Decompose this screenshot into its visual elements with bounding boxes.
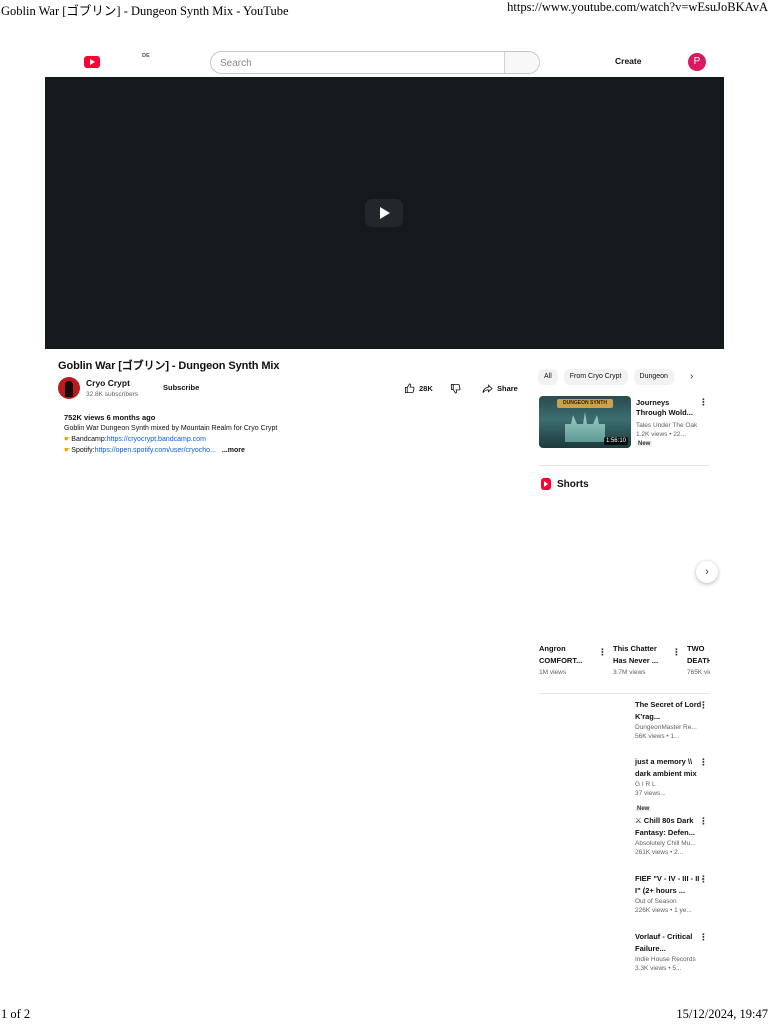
video-duration: 1:56:10 bbox=[603, 437, 628, 445]
video-player[interactable] bbox=[45, 77, 724, 349]
spotify-link[interactable]: https://open.spotify.com/user/cryocho... bbox=[95, 445, 216, 456]
print-page-title: Goblin War [ゴブリン] - Dungeon Synth Mix - … bbox=[1, 4, 289, 18]
video-title: Goblin War [ゴブリン] - Dungeon Synth Mix bbox=[58, 360, 280, 372]
related-video-stats: 1.2K views • 22... bbox=[636, 431, 686, 438]
list-item-stats: 56K views • 1... bbox=[635, 733, 680, 740]
list-item-stats: 37 views... bbox=[635, 790, 666, 797]
related-video-title[interactable]: Journeys Through Wold... bbox=[636, 398, 696, 418]
short-item[interactable]: TWO DEATH 765K views bbox=[687, 643, 710, 683]
list-item-stats: 3.3K views • 5... bbox=[635, 965, 682, 972]
video-thumbnail[interactable]: DUNGEON SYNTH 1:56:10 bbox=[539, 396, 631, 448]
more-options-icon[interactable]: ⋮ bbox=[598, 648, 607, 657]
search-button[interactable] bbox=[504, 52, 539, 73]
chip-all[interactable]: All bbox=[538, 369, 558, 385]
more-options-icon[interactable]: ⋮ bbox=[699, 817, 708, 826]
search-box bbox=[210, 51, 540, 74]
new-badge: New bbox=[636, 441, 653, 447]
play-button[interactable] bbox=[365, 199, 403, 227]
description-box[interactable]: 752K views 6 months ago Goblin War Dunge… bbox=[58, 409, 298, 462]
filter-chips: All From Cryo Crypt Dungeon bbox=[538, 369, 710, 385]
short-item[interactable]: Angron COMFORT... 1M views bbox=[539, 643, 605, 683]
like-count: 28K bbox=[419, 383, 433, 393]
account-avatar[interactable]: P bbox=[688, 53, 706, 71]
list-item-channel[interactable]: Absolutely Chill Mu... bbox=[635, 840, 710, 847]
channel-avatar[interactable] bbox=[58, 377, 80, 399]
short-item[interactable]: This Chatter Has Never ... 3.7M views bbox=[613, 643, 679, 683]
related-video-card[interactable]: DUNGEON SYNTH 1:56:10 Journeys Through W… bbox=[539, 396, 711, 454]
more-options-icon[interactable]: ⋮ bbox=[699, 758, 708, 767]
more-options-icon[interactable]: ⋮ bbox=[699, 933, 708, 942]
list-item-channel[interactable]: Out of Season bbox=[635, 898, 710, 905]
bandcamp-link[interactable]: https://cryocrypt.bandcamp.com bbox=[107, 434, 206, 445]
spotify-line: ☛ Spotify: https://open.spotify.com/user… bbox=[64, 445, 245, 456]
related-video-channel[interactable]: Tales Under The Oak bbox=[636, 422, 697, 429]
chips-next-arrow-icon[interactable]: › bbox=[690, 371, 702, 383]
print-footer: 1 of 2 15/12/2024, 19:47 bbox=[0, 1006, 768, 1024]
shorts-header: Shorts bbox=[541, 477, 589, 491]
description-more-button[interactable]: ...more bbox=[222, 445, 245, 456]
create-button[interactable]: Create bbox=[615, 56, 641, 66]
chip-from-channel[interactable]: From Cryo Crypt bbox=[563, 369, 628, 385]
channel-name[interactable]: Cryo Crypt bbox=[86, 378, 130, 388]
more-options-icon[interactable]: ⋮ bbox=[699, 701, 708, 710]
new-badge: New bbox=[635, 806, 652, 812]
list-item-channel[interactable]: DungeonMaster Re... bbox=[635, 724, 710, 731]
search-input[interactable] bbox=[220, 56, 500, 70]
chip-dungeon[interactable]: Dungeon bbox=[633, 369, 674, 385]
list-item-channel[interactable]: Indie House Records bbox=[635, 956, 710, 963]
dislike-button[interactable] bbox=[450, 382, 461, 394]
more-options-icon[interactable]: ⋮ bbox=[699, 398, 708, 407]
thumbnail-logo-text: DUNGEON SYNTH bbox=[557, 399, 613, 408]
like-button[interactable]: 28K bbox=[404, 382, 433, 394]
divider bbox=[539, 693, 710, 694]
share-label: Share bbox=[497, 383, 518, 393]
shorts-next-arrow-icon[interactable]: › bbox=[696, 561, 718, 583]
print-page-number: 1 of 2 bbox=[1, 1007, 31, 1021]
thumbs-up-icon bbox=[404, 383, 415, 393]
list-item-stats: 226K views • 1 ye... bbox=[635, 907, 692, 914]
masthead: DE Create P bbox=[45, 46, 725, 78]
pointing-hand-icon: ☛ bbox=[64, 436, 71, 443]
subscribe-button[interactable]: Subscribe bbox=[163, 383, 199, 392]
youtube-logo-icon[interactable] bbox=[84, 56, 100, 68]
share-button[interactable]: Share bbox=[482, 382, 518, 394]
country-code: DE bbox=[142, 53, 150, 59]
list-item-stats: 261K views • 2... bbox=[635, 849, 684, 856]
subscriber-count: 32.8K subscribers bbox=[86, 391, 139, 398]
thumbs-down-icon bbox=[450, 383, 461, 393]
print-header: Goblin War [ゴブリン] - Dungeon Synth Mix - … bbox=[0, 0, 768, 18]
pointing-hand-icon: ☛ bbox=[64, 447, 71, 454]
share-icon bbox=[482, 383, 493, 393]
description-line: Goblin War Dungeon Synth mixed by Mounta… bbox=[64, 425, 278, 432]
castle-artwork bbox=[565, 412, 605, 442]
more-options-icon[interactable]: ⋮ bbox=[699, 875, 708, 884]
owner-row: Cryo Crypt 32.8K subscribers Subscribe 2… bbox=[58, 376, 524, 402]
print-timestamp: 15/12/2024, 19:47 bbox=[676, 1007, 768, 1021]
divider bbox=[539, 465, 710, 466]
views-and-age: 752K views 6 months ago bbox=[64, 413, 156, 422]
shorts-icon bbox=[541, 478, 551, 490]
bandcamp-line: ☛ Bandcamp: https://cryocrypt.bandcamp.c… bbox=[64, 434, 206, 445]
print-url: https://www.youtube.com/watch?v=wEsuJoBK… bbox=[507, 0, 768, 14]
list-item-channel[interactable]: G I R L bbox=[635, 781, 710, 788]
shorts-label: Shorts bbox=[557, 478, 589, 490]
more-options-icon[interactable]: ⋮ bbox=[672, 648, 681, 657]
